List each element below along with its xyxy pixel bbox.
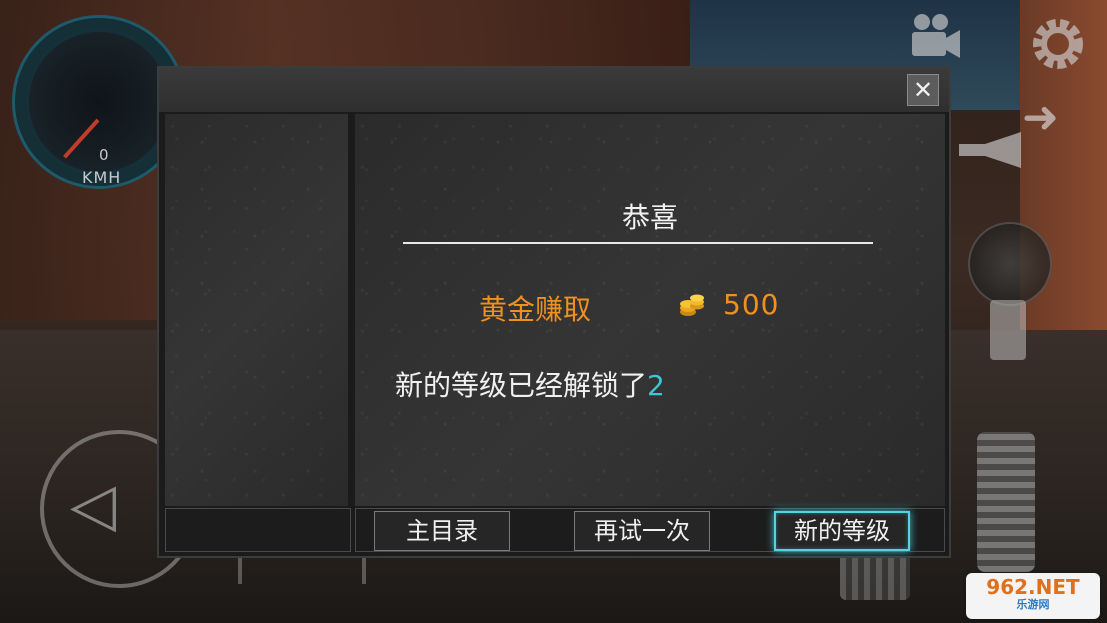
footer-left-slot (165, 508, 351, 552)
dialog-footer: 主目录 再试一次 新的等级 (165, 508, 945, 552)
settings-gear-icon[interactable] (1028, 14, 1088, 74)
camera-icon[interactable] (908, 12, 962, 60)
dialog-main-panel: 恭喜 黄金赚取 500 新的等级已经解锁了2 (355, 114, 945, 506)
close-button[interactable]: ✕ (907, 74, 939, 106)
next-level-button[interactable]: 新的等级 (774, 511, 910, 551)
main-menu-button[interactable]: 主目录 (374, 511, 510, 551)
speed-value: 0 (99, 146, 109, 164)
speed-unit: KMH (82, 168, 122, 187)
unlock-text: 新的等级已经解锁了 (395, 369, 648, 402)
title-divider (403, 242, 873, 244)
level-complete-dialog: ✕ 恭喜 黄金赚取 500 新的等级已经解锁了2 主目录 再试一次 新的等级 (157, 66, 951, 558)
gear-shifter[interactable] (968, 222, 1052, 306)
arrow-right-icon[interactable]: ➜ (1022, 96, 1059, 140)
dialog-header: ✕ (159, 68, 949, 112)
horn-icon[interactable] (955, 130, 1025, 170)
watermark-logo: 962.NET 乐游网 (966, 573, 1100, 619)
gold-earned-label: 黄金赚取 (479, 293, 592, 326)
dialog-title: 恭喜 (621, 201, 678, 234)
unlocked-level-number: 2 (647, 369, 665, 402)
level-unlocked-message: 新的等级已经解锁了2 (395, 364, 665, 404)
footer-button-bar: 主目录 再试一次 新的等级 (355, 508, 945, 552)
dialog-left-panel (165, 114, 351, 506)
retry-button[interactable]: 再试一次 (574, 511, 710, 551)
gas-pedal[interactable] (977, 432, 1035, 572)
gold-coins-icon (680, 294, 704, 316)
steer-left-arrow-icon: ◁ (70, 470, 117, 540)
gold-amount: 500 (723, 288, 780, 321)
gear-shifter-stick[interactable] (990, 300, 1026, 360)
